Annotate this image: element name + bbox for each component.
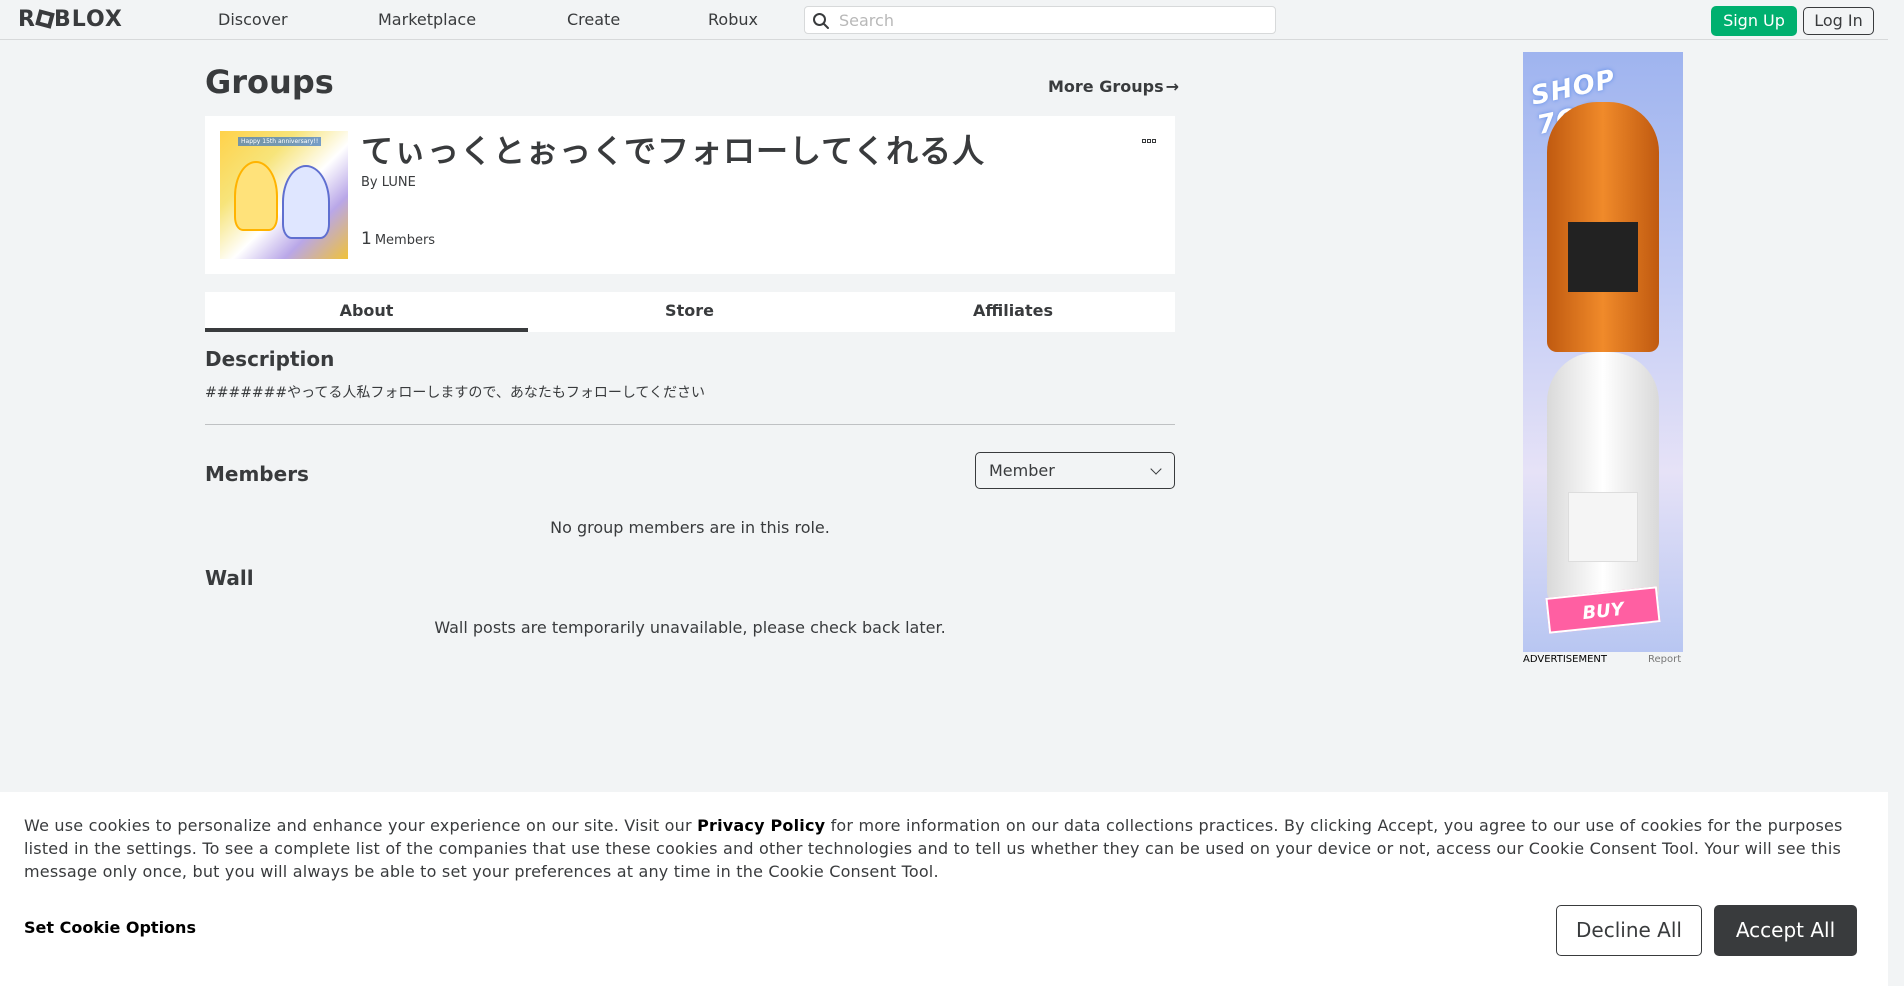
group-thumbnail: Happy 15th anniversary!! — [220, 131, 348, 259]
group-tabs: About Store Affiliates — [205, 292, 1175, 332]
top-navigation-bar: R BLOX Discover Marketplace Create Robux … — [0, 0, 1904, 40]
tab-affiliates[interactable]: Affiliates — [851, 292, 1175, 332]
ad-avatar-shirt — [1568, 222, 1638, 292]
role-dropdown[interactable]: Member — [975, 452, 1175, 489]
cookie-text-before: We use cookies to personalize and enhanc… — [24, 816, 698, 835]
decline-all-button[interactable]: Decline All — [1556, 905, 1702, 956]
page-scrollbar-track — [1888, 0, 1904, 986]
page-title: Groups — [205, 63, 334, 101]
advertisement-label: ADVERTISEMENT — [1523, 654, 1608, 665]
search-input[interactable] — [839, 9, 1259, 31]
wall-unavailable-message: Wall posts are temporarily unavailable, … — [434, 618, 946, 637]
log-in-button[interactable]: Log In — [1803, 7, 1874, 35]
thumbnail-figure-right — [282, 165, 330, 239]
ad-avatar-hair-white — [1547, 352, 1659, 602]
advertisement-banner[interactable]: SHOP 7OO BUY — [1523, 52, 1683, 652]
cookie-message: We use cookies to personalize and enhanc… — [24, 814, 1844, 883]
more-groups-label: More Groups — [1048, 77, 1164, 96]
group-owner: By LUNE — [361, 175, 416, 191]
owner-prefix: By — [361, 175, 382, 190]
description-text: #######やってる人私フォローしますので、あなたもフォローしてください — [205, 385, 706, 401]
description-heading: Description — [205, 347, 335, 371]
group-name: てぃっくとぉっくでフォローしてくれる人 — [361, 132, 986, 170]
member-count-value: 1 — [361, 229, 372, 249]
group-member-count: 1 Members — [361, 229, 435, 251]
accept-all-button[interactable]: Accept All — [1714, 905, 1857, 956]
nav-create[interactable]: Create — [567, 11, 620, 29]
members-empty-message: No group members are in this role. — [550, 518, 830, 537]
search-icon — [813, 13, 829, 29]
thumbnail-caption: Happy 15th anniversary!! — [238, 137, 322, 146]
nav-robux[interactable]: Robux — [708, 11, 758, 29]
cookie-consent-banner: We use cookies to personalize and enhanc… — [0, 792, 1888, 986]
group-header-card: Happy 15th anniversary!! てぃっくとぉっくでフォローして… — [205, 116, 1175, 274]
member-count-label: Members — [374, 233, 436, 248]
more-options-icon[interactable] — [1142, 128, 1162, 143]
set-cookie-options-link[interactable]: Set Cookie Options — [24, 918, 196, 938]
privacy-policy-link[interactable]: Privacy Policy — [697, 816, 825, 835]
arrow-right-icon: → — [1165, 77, 1180, 96]
ad-avatar-top — [1568, 492, 1638, 562]
tab-store[interactable]: Store — [528, 292, 851, 332]
wall-heading: Wall — [205, 566, 254, 590]
more-groups-link[interactable]: More Groups → — [1048, 77, 1179, 97]
nav-marketplace[interactable]: Marketplace — [378, 11, 476, 29]
ad-report-link[interactable]: Report — [1648, 654, 1681, 666]
tab-about[interactable]: About — [205, 292, 528, 332]
members-heading: Members — [205, 462, 309, 486]
section-divider — [205, 424, 1175, 425]
roblox-logo[interactable]: R BLOX — [18, 8, 123, 32]
chevron-down-icon — [1150, 463, 1162, 475]
owner-link[interactable]: LUNE — [382, 175, 416, 190]
nav-discover[interactable]: Discover — [218, 11, 288, 29]
sign-up-button[interactable]: Sign Up — [1711, 6, 1797, 36]
role-selected-value: Member — [989, 461, 1055, 480]
search-box[interactable] — [804, 6, 1276, 34]
thumbnail-figure-left — [234, 161, 278, 231]
